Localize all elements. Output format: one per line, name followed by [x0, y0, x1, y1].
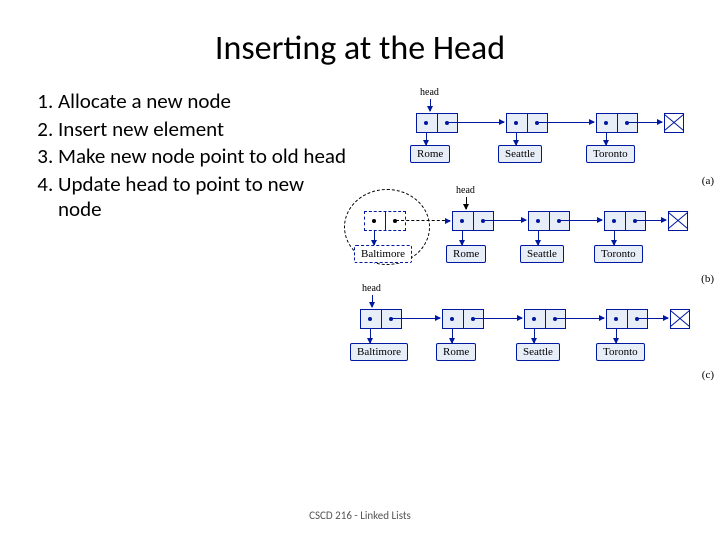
node-b-3 [604, 211, 646, 231]
slide-title: Inserting at the Head [0, 0, 720, 79]
caption-a: (a) [702, 175, 714, 187]
null-box-a [664, 113, 684, 133]
name-c-1: Rome [436, 343, 476, 361]
link-a-2 [516, 133, 517, 145]
arrow-a-3 [628, 122, 662, 123]
arrow-a-1 [448, 122, 504, 123]
step-4: Update head to point to new node [58, 172, 350, 223]
arrow-b-new [396, 220, 450, 222]
node-c-3 [606, 309, 648, 329]
step-1: Allocate a new node [58, 89, 350, 115]
name-c-2: Seattle [516, 343, 560, 361]
node-c-1 [442, 309, 484, 329]
name-a-1: Rome [410, 145, 450, 163]
diagram-c: head Baltimore Rome Seattle Toronto (c) [350, 285, 720, 373]
node-c-2 [524, 309, 566, 329]
link-b-new [374, 231, 375, 245]
link-b-3 [614, 231, 615, 245]
head-pointer-c [372, 295, 373, 307]
step-3: Make new node point to old head [58, 144, 350, 170]
head-label-b: head [456, 185, 475, 196]
arrow-b-1 [484, 220, 526, 221]
node-b-2 [528, 211, 570, 231]
arrow-c-3 [638, 318, 668, 319]
link-b-1 [462, 231, 463, 245]
node-a-3 [596, 113, 638, 133]
name-a-3: Toronto [586, 145, 635, 163]
step-2: Insert new element [58, 117, 350, 143]
caption-c: (c) [702, 369, 714, 381]
node-c-0 [360, 309, 402, 329]
diagram-b: head Baltimore Rome Seattle Toronto (b) [350, 187, 720, 281]
node-a-2 [506, 113, 548, 133]
arrow-c-1 [474, 318, 522, 319]
null-box-b [668, 211, 688, 231]
node-a-1 [416, 113, 458, 133]
link-c-3 [616, 329, 617, 343]
content-row: Allocate a new node Insert new element M… [0, 89, 720, 377]
arrow-b-3 [636, 220, 666, 221]
link-b-2 [538, 231, 539, 245]
null-box-c [670, 309, 690, 329]
name-b-3: Toronto [594, 245, 643, 263]
diagram-a: head Rome Seattle Toronto (a) [350, 89, 720, 183]
arrow-c-2 [556, 318, 604, 319]
slide-footer: CSCD 216 - Linked Lists [0, 509, 720, 522]
node-b-1 [452, 211, 494, 231]
head-pointer-b [466, 197, 467, 209]
link-c-1 [452, 329, 453, 343]
link-c-0 [370, 329, 371, 343]
arrow-c-0 [392, 318, 440, 319]
link-a-3 [606, 133, 607, 145]
name-b-2: Seattle [520, 245, 564, 263]
name-b-1: Rome [446, 245, 486, 263]
name-a-2: Seattle [498, 145, 542, 163]
head-label-c: head [362, 283, 381, 294]
name-c-3: Toronto [596, 343, 645, 361]
head-label-a: head [420, 87, 439, 98]
name-c-0: Baltimore [350, 343, 408, 361]
head-pointer-a [430, 99, 431, 111]
link-c-2 [534, 329, 535, 343]
arrow-b-2 [560, 220, 602, 221]
link-a-1 [426, 133, 427, 145]
diagram-column: head Rome Seattle Toronto (a) head [350, 89, 720, 377]
caption-b: (b) [701, 273, 714, 285]
steps-column: Allocate a new node Insert new element M… [0, 89, 350, 377]
name-b-new: Baltimore [354, 245, 412, 263]
arrow-a-2 [538, 122, 594, 123]
